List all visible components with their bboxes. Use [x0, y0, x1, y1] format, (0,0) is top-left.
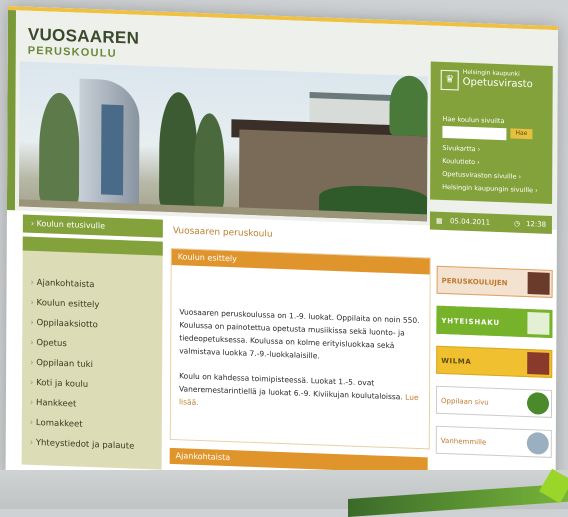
- intro-paragraph-2: Koulu on kahdessa toimipisteessä. Luokat…: [178, 371, 419, 407]
- banner-parents[interactable]: Vanhemmille: [435, 425, 552, 458]
- school-logo[interactable]: VUOSAAREN PERUSKOULU: [28, 25, 139, 61]
- panel-links: Sivukartta › Koulutieto › Opetusviraston…: [442, 142, 538, 197]
- banner-specialization[interactable]: PERUSKOULUJEN ERIKOISTAITUMINEN: [436, 265, 553, 316]
- sidebar-item-contact[interactable]: Yhteystiedot ja palaute: [30, 433, 135, 457]
- org-title: Helsingin kaupunki Opetusvirasto: [462, 68, 533, 91]
- plant-icon: [526, 392, 550, 415]
- green-ribbon: [348, 482, 568, 517]
- browser-screen: VUOSAAREN PERUSKOULU ♛ Helsingin kaupunk…: [5, 6, 558, 497]
- date-bar: ▦ 05.04.2011 ◷ 12:38: [429, 211, 552, 234]
- desk-surface: [0, 468, 568, 517]
- school-intro-box: Koulun esittely Vuosaaren peruskoulussa …: [169, 247, 431, 450]
- calendar-icon: ▦: [435, 216, 443, 225]
- wilma-icon: [527, 352, 550, 375]
- front-page-tab[interactable]: › Koulun etusivulle: [22, 214, 163, 238]
- clock-icon: ◷: [513, 219, 521, 228]
- left-accent-bar: [6, 9, 16, 211]
- banner-student-page[interactable]: Oppilaan sivu: [435, 385, 553, 418]
- eye-icon: [526, 432, 549, 455]
- service-panel: ♛ Helsingin kaupunki Opetusvirasto Hae k…: [430, 61, 553, 204]
- search-button[interactable]: Hae: [510, 128, 533, 140]
- intro-paragraph-1: Vuosaaren peruskoulussa on 1.-9. luokat.…: [179, 307, 420, 361]
- search-input[interactable]: [442, 125, 507, 141]
- date-text: 05.04.2011: [449, 217, 491, 227]
- breadcrumb[interactable]: Vuosaaren peruskoulu: [173, 226, 273, 240]
- banner-column: PERUSKOULUJEN ERIKOISTAITUMINEN YHTEISHA…: [435, 265, 553, 470]
- sidebar-header: [22, 236, 163, 256]
- specialization-image-icon: [527, 272, 550, 295]
- sidebar-nav: Ajankohtaista Koulun esittely Oppilaaksi…: [21, 236, 163, 470]
- header-photo: [18, 61, 428, 222]
- link-city-of-helsinki[interactable]: Helsingin kaupungin sivuille ›: [442, 181, 538, 198]
- banner-wilma[interactable]: WILMA: [436, 345, 553, 378]
- banner-joint-application[interactable]: YHTEISHAKU: [436, 305, 553, 338]
- joint-application-icon: [527, 312, 550, 335]
- time-text: 12:38: [525, 219, 547, 229]
- search-label: Hae koulun sivuilta: [442, 114, 505, 126]
- helsinki-crest-icon: ♛: [440, 69, 459, 91]
